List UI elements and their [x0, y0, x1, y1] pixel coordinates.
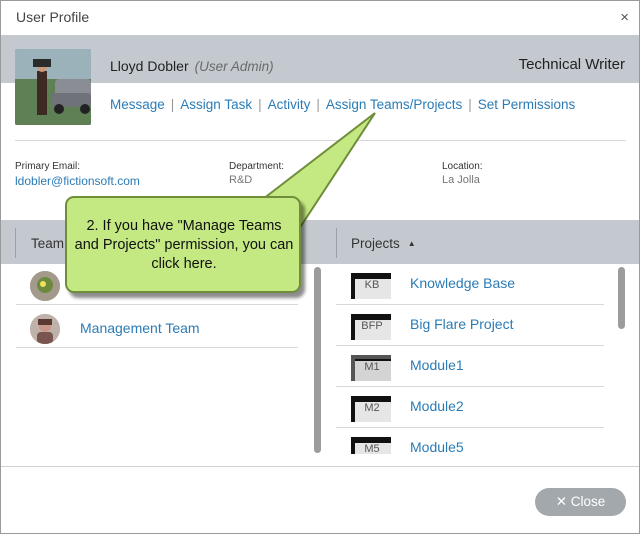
tooltip-callout: 2. If you have "Manage Teams and Project… [65, 196, 301, 293]
user-profile-dialog: User Profile × Lloyd Dobler (User Admin) … [0, 0, 640, 534]
callout-text: 2. If you have "Manage Teams and Project… [74, 218, 294, 272]
